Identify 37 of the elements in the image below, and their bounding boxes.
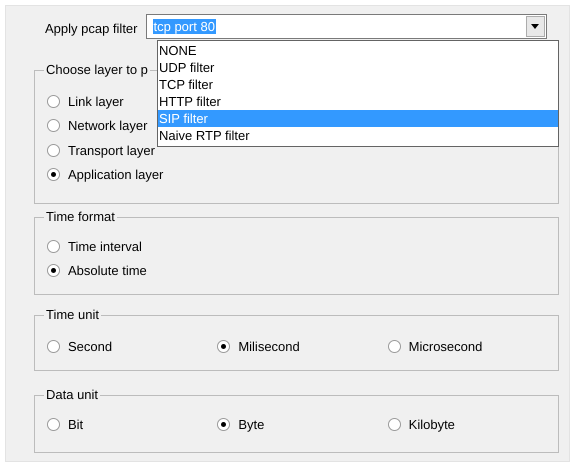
radio-label[interactable]: Time interval xyxy=(68,236,142,256)
group-title: Time format xyxy=(44,210,117,224)
radio-button[interactable] xyxy=(47,144,60,157)
radio-button[interactable] xyxy=(47,264,60,278)
group-title: Time unit xyxy=(44,308,101,322)
radio-label[interactable]: Bit xyxy=(68,414,84,434)
dropdown-option[interactable]: UDP filter xyxy=(158,59,558,76)
filter-label: Apply pcap filter xyxy=(45,20,138,38)
group-title: Choose layer to p xyxy=(44,63,150,77)
radio-label[interactable]: Milisecond xyxy=(238,336,300,356)
radio-button[interactable] xyxy=(47,340,60,353)
dropdown-option[interactable]: TCP filter xyxy=(158,76,558,93)
dropdown-option[interactable]: HTTP filter xyxy=(158,93,558,110)
radio-label[interactable]: Link layer xyxy=(68,92,124,111)
dropdown-option[interactable]: NONE xyxy=(158,42,558,59)
dropdown-button[interactable] xyxy=(526,16,544,37)
group-title: Data unit xyxy=(44,388,100,402)
radio-button[interactable] xyxy=(217,340,230,353)
radio-label[interactable]: Second xyxy=(68,336,112,356)
radio-label[interactable]: Transport layer xyxy=(68,140,155,160)
radio-label[interactable]: Absolute time xyxy=(68,261,147,280)
radio-button[interactable] xyxy=(217,418,230,431)
radio-label[interactable]: Byte xyxy=(238,414,264,434)
radio-button[interactable] xyxy=(388,340,401,353)
filter-value: tcp port 80 xyxy=(152,19,216,34)
radio-button[interactable] xyxy=(47,418,60,431)
dropdown-option[interactable]: Naive RTP filter xyxy=(158,127,558,144)
caret-icon xyxy=(531,24,539,29)
radio-label[interactable]: Network layer xyxy=(68,116,148,136)
radio-label[interactable]: Kilobyte xyxy=(408,414,455,434)
radio-button[interactable] xyxy=(47,94,60,108)
radio-button[interactable] xyxy=(388,418,401,431)
radio-label[interactable]: Microsecond xyxy=(408,336,482,356)
radio-button[interactable] xyxy=(47,168,60,182)
radio-button[interactable] xyxy=(47,119,60,132)
radio-label[interactable]: Application layer xyxy=(68,165,164,184)
radio-button[interactable] xyxy=(47,240,60,253)
